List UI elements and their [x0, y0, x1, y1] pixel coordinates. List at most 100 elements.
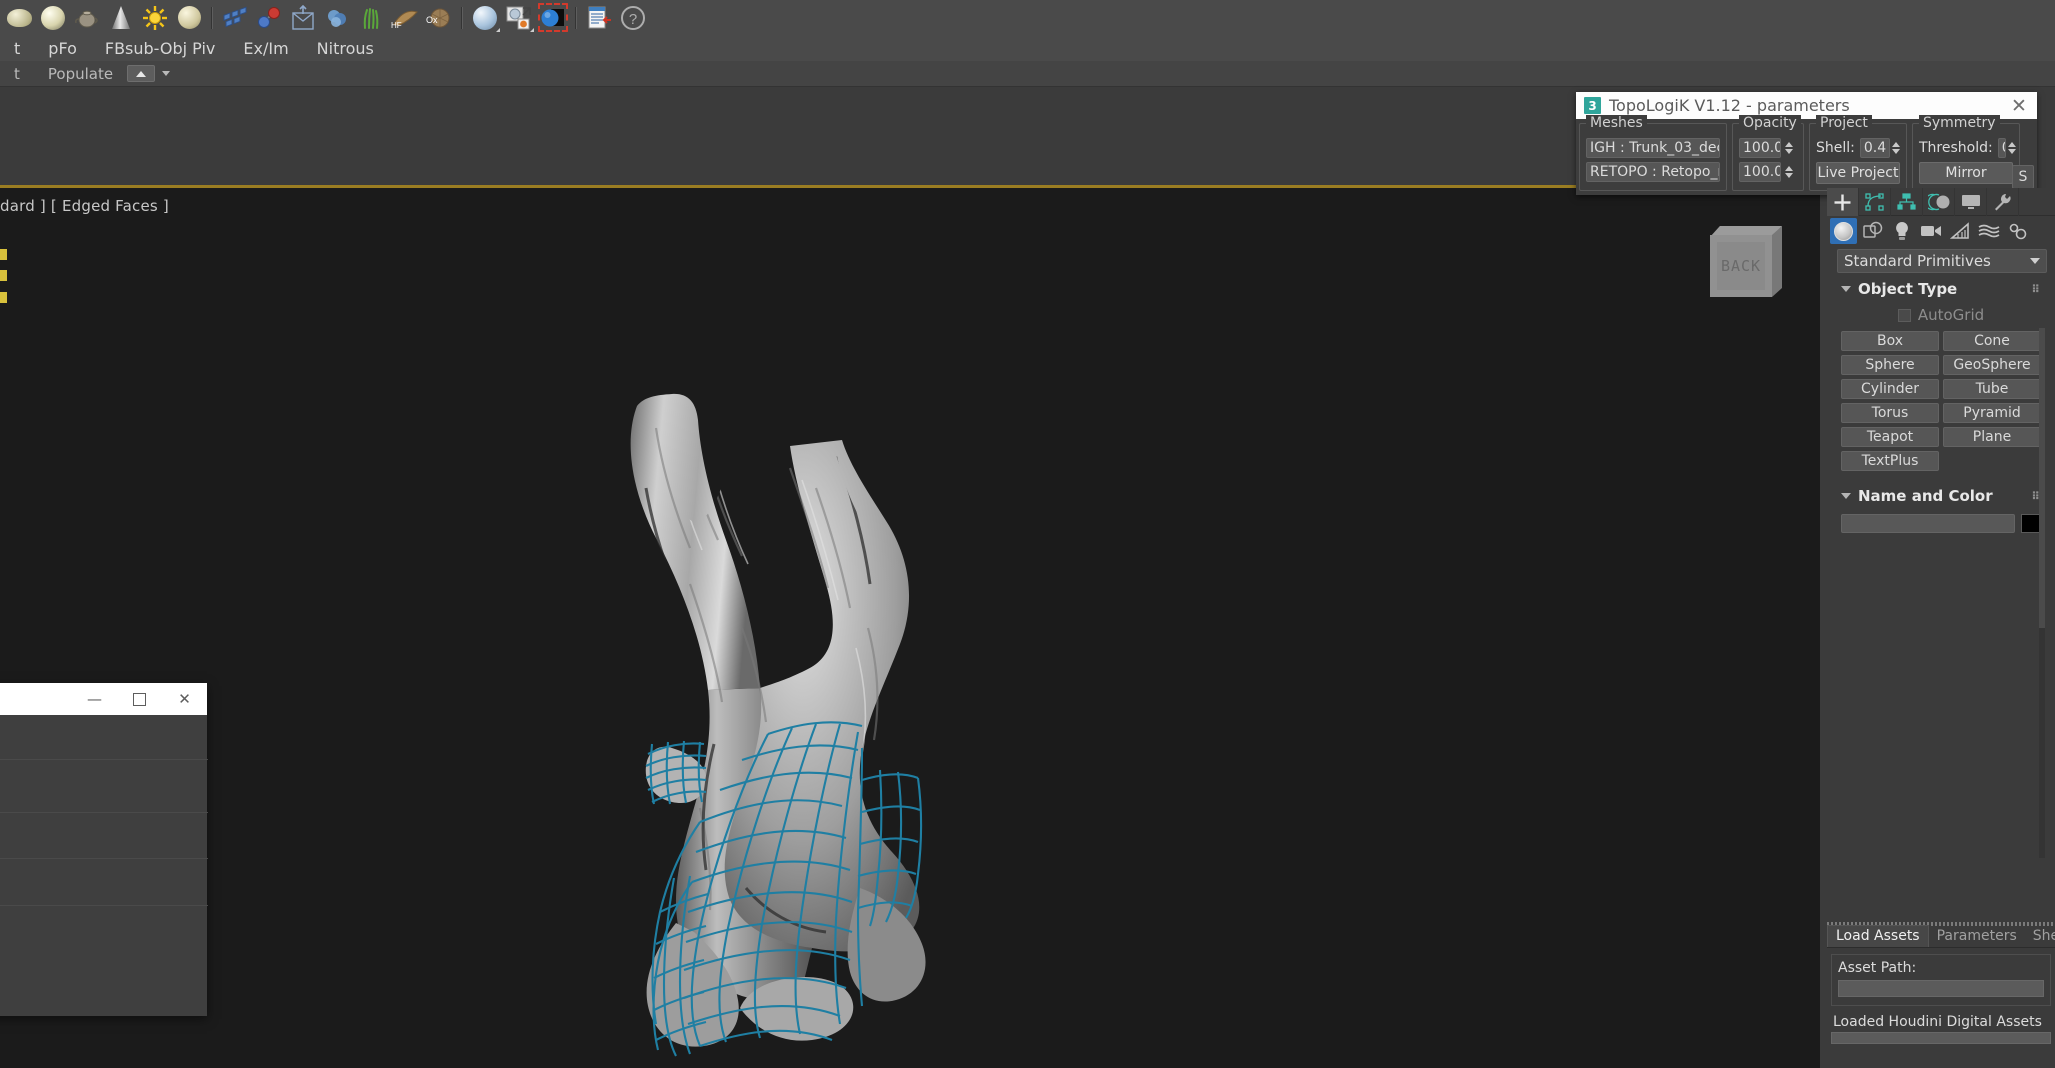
- category-lights[interactable]: [1888, 218, 1915, 244]
- category-systems[interactable]: [2004, 218, 2031, 244]
- live-project-button[interactable]: Live Project: [1816, 162, 1900, 184]
- minimize-icon[interactable]: —: [72, 683, 117, 715]
- populate-flyout-button[interactable]: [127, 65, 156, 82]
- tab-parameters[interactable]: Parameters: [1929, 926, 2025, 947]
- loaded-assets-label: Loaded Houdini Digital Assets: [1833, 1014, 2042, 1030]
- molecule-bind-icon[interactable]: [253, 2, 285, 33]
- autogrid-checkbox[interactable]: [1897, 308, 1911, 322]
- ruler-icon: [1949, 222, 1969, 239]
- loaded-assets-list[interactable]: [1831, 1032, 2051, 1044]
- viewcube-side-face[interactable]: [1772, 225, 1782, 297]
- object-button-torus[interactable]: Torus: [1841, 403, 1939, 423]
- topologik-parameters-window[interactable]: 3 TopoLogiK V1.12 - parameters ✕ Meshes …: [1576, 92, 2037, 195]
- secondary-toolbar: t Populate: [0, 61, 2055, 87]
- category-cameras[interactable]: [1917, 218, 1944, 244]
- menu-item-truncated[interactable]: t: [0, 39, 34, 58]
- object-button-plane[interactable]: Plane: [1943, 427, 2041, 447]
- waves-icon: [1978, 224, 1999, 238]
- dialog-body: osest Edge. om Stripe.: [0, 715, 208, 1016]
- lightbulb-icon: [1895, 222, 1908, 240]
- mirror-button[interactable]: Mirror: [1919, 162, 2013, 184]
- object-name-input[interactable]: [1841, 514, 2015, 533]
- skylight-icon[interactable]: [173, 2, 205, 33]
- object-button-cone[interactable]: Cone: [1943, 331, 2041, 351]
- render-production-icon[interactable]: [537, 2, 569, 33]
- retopo-opacity-field[interactable]: 100.0: [1739, 162, 1781, 182]
- menu-item-pfo[interactable]: pFo: [34, 39, 91, 58]
- render-to-texture-icon[interactable]: [583, 2, 615, 33]
- object-button-tube[interactable]: Tube: [1943, 379, 2041, 399]
- helper-dialog-window[interactable]: — ✕ osest Edge. om Stripe.: [0, 683, 208, 1016]
- primitive-category-dropdown[interactable]: Standard Primitives: [1837, 249, 2047, 273]
- menu-bar: t pFo FBsub-Obj Piv Ex/Im Nitrous: [0, 35, 2055, 61]
- tab-modify[interactable]: [1859, 188, 1891, 216]
- tab-create[interactable]: [1827, 188, 1859, 216]
- material-editor-icon[interactable]: [469, 2, 501, 33]
- plus-icon: [1834, 194, 1851, 210]
- high-mesh-field[interactable]: IGH : Trunk_03_dec_new: [1586, 138, 1720, 158]
- shell-spinner[interactable]: [1891, 138, 1901, 158]
- threshold-field[interactable]: 0.1: [1997, 138, 2006, 158]
- object-button-teapot[interactable]: Teapot: [1841, 427, 1939, 447]
- asset-path-input[interactable]: [1838, 980, 2044, 997]
- cone-light-icon[interactable]: [105, 2, 137, 33]
- rollout-name-and-color: Name and Color ⠿: [1841, 487, 2041, 533]
- threshold-spinner[interactable]: [2007, 138, 2016, 158]
- tab-utilities[interactable]: [1987, 188, 2019, 216]
- object-button-sphere[interactable]: Sphere: [1841, 355, 1939, 375]
- object-button-box[interactable]: Box: [1841, 331, 1939, 351]
- object-button-geosphere[interactable]: GeoSphere: [1943, 355, 2041, 375]
- viewport-perspective[interactable]: dard ] [ Edged Faces ] BACK: [0, 188, 1820, 1068]
- topologik-side-toggle-button[interactable]: S: [2012, 165, 2034, 189]
- hair-fur-icon[interactable]: HF: [389, 2, 421, 33]
- tab-hierarchy[interactable]: [1891, 188, 1923, 216]
- close-icon[interactable]: ✕: [162, 683, 207, 715]
- command-panel-scrollbar-thumb[interactable]: [2039, 328, 2045, 628]
- viewcube-front-face[interactable]: BACK: [1710, 235, 1772, 297]
- render-setup-icon[interactable]: [3, 2, 35, 33]
- high-opacity-field[interactable]: 100.0: [1739, 138, 1781, 158]
- tab-motion[interactable]: [1923, 188, 1955, 216]
- category-helpers[interactable]: [1946, 218, 1973, 244]
- compound-object-icon[interactable]: [287, 2, 319, 33]
- maximize-icon[interactable]: [117, 683, 162, 715]
- object-button-cylinder[interactable]: Cylinder: [1841, 379, 1939, 399]
- dialog-divider: [0, 812, 208, 813]
- particle-flow-icon[interactable]: [219, 2, 251, 33]
- gears-icon: [2009, 223, 2026, 240]
- menu-item-fbsub-obj-piv[interactable]: FBsub-Obj Piv: [91, 39, 230, 58]
- modify-curve-icon: [1865, 193, 1884, 211]
- blobmesh-icon[interactable]: [321, 2, 353, 33]
- tool2-item-truncated[interactable]: t: [0, 65, 34, 83]
- menu-item-ex-im[interactable]: Ex/Im: [229, 39, 302, 58]
- cloth-icon[interactable]: Ox: [423, 2, 455, 33]
- category-geometry[interactable]: [1830, 218, 1857, 244]
- rollout-name-and-color-header[interactable]: Name and Color ⠿: [1841, 487, 2041, 505]
- category-shapes[interactable]: [1859, 218, 1886, 244]
- tab-shelf[interactable]: Shelf: [2025, 926, 2055, 947]
- mirror-row: Mirror: [1919, 162, 2013, 184]
- tab-display[interactable]: [1955, 188, 1987, 216]
- sunlight-system-icon[interactable]: [139, 2, 171, 33]
- shell-field[interactable]: 0.4: [1859, 138, 1890, 158]
- category-space-warps[interactable]: [1975, 218, 2002, 244]
- rendered-frame-window-icon[interactable]: [37, 2, 69, 33]
- tool2-item-populate[interactable]: Populate: [34, 65, 127, 83]
- retopo-opacity-spinner[interactable]: [1783, 162, 1794, 182]
- object-button-pyramid[interactable]: Pyramid: [1943, 403, 2041, 423]
- menu-item-nitrous[interactable]: Nitrous: [303, 39, 388, 58]
- chevron-down-icon[interactable]: [162, 71, 171, 76]
- triangle-down-icon: [1841, 286, 1851, 292]
- dialog-titlebar[interactable]: — ✕: [0, 683, 207, 715]
- tab-load-assets[interactable]: Load Assets: [1827, 925, 1929, 947]
- object-button-textplus[interactable]: TextPlus: [1841, 451, 1939, 471]
- material-browser-icon[interactable]: [503, 2, 535, 33]
- object-color-swatch[interactable]: [2021, 514, 2041, 533]
- retopo-mesh-field[interactable]: RETOPO : Retopo_mesh: [1586, 162, 1720, 182]
- teapot-material-icon[interactable]: [71, 2, 103, 33]
- close-icon[interactable]: ✕: [2001, 92, 2037, 119]
- high-opacity-spinner[interactable]: [1783, 138, 1794, 158]
- grass-scatter-icon[interactable]: [355, 2, 387, 33]
- rollout-object-type-header[interactable]: Object Type ⠿: [1841, 280, 2041, 298]
- help-icon[interactable]: ?: [617, 2, 649, 33]
